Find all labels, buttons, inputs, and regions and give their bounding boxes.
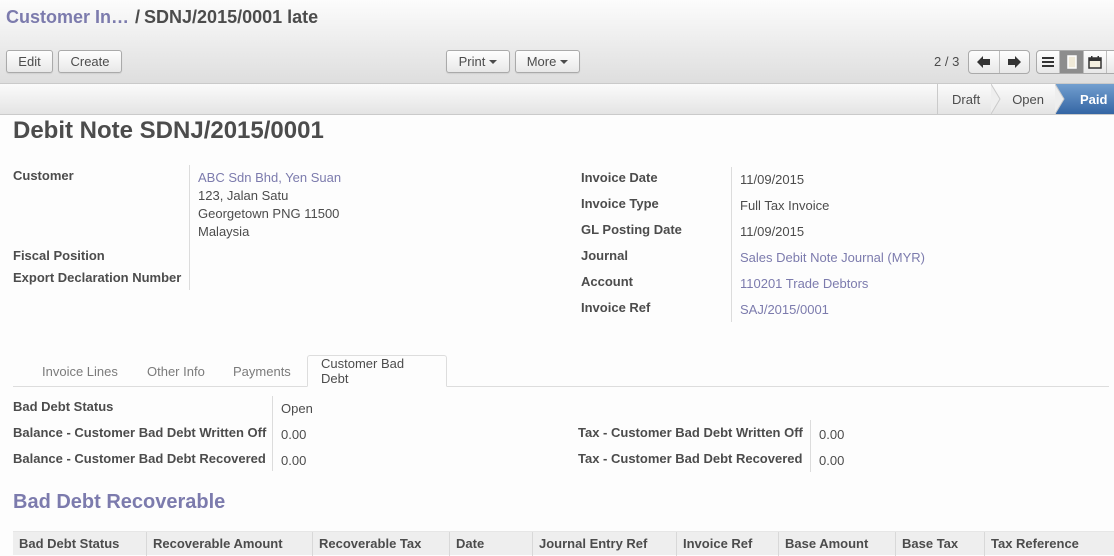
breadcrumb-parent-link[interactable]: Customer In… [6,7,129,27]
section-title: Bad Debt Recoverable [13,491,226,513]
invoice-date-label: Invoice Date [581,170,658,185]
tab-other-info[interactable]: Other Info [134,355,218,387]
state-draft-label: Draft [952,91,981,107]
column-header[interactable]: Base Tax [896,532,985,556]
create-button[interactable]: Create [58,50,122,73]
invoice-ref-link[interactable]: SAJ/2015/0001 [740,302,829,317]
column-header[interactable]: Recoverable Amount [147,532,313,556]
bad-debt-status-value: Open [281,401,313,416]
export-declaration-label: Export Declaration Number [13,270,182,285]
balance-recovered-label: Balance - Customer Bad Debt Recovered [13,451,266,466]
state-pipeline: Draft Open Paid [937,84,1114,114]
column-header[interactable]: Invoice Ref [677,532,779,556]
control-panel: Customer In… / SDNJ/2015/0001 late Edit Cr… [0,0,1114,84]
tax-written-off-label: Tax - Customer Bad Debt Written Off [578,425,803,440]
column-header[interactable]: Base Amount [779,532,896,556]
customer-address-line-2: Georgetown PNG 11500 [198,206,340,221]
caret-down-icon [560,59,569,64]
edit-button[interactable]: Edit [6,50,53,73]
document-number: SDNJ/2015/0001 [139,117,324,144]
state-arrow-icon [1055,84,1065,114]
tab-label: Customer Bad Debt [321,356,405,386]
state-draft[interactable]: Draft [937,84,1001,114]
more-button-label: More [526,54,557,69]
invoice-type-label: Invoice Type [581,196,659,211]
form-view-button[interactable] [1060,51,1084,73]
journal-label: Journal [581,248,628,263]
column-header[interactable]: Date [450,532,533,556]
gl-posting-date-label: GL Posting Date [581,222,682,237]
invoice-date-value: 11/09/2015 [740,172,805,187]
balance-recovered-value: 0.00 [281,453,307,468]
breadcrumb-separator: / [135,7,141,27]
caret-down-icon [489,59,498,64]
field-divider [272,396,273,471]
invoice-ref-label: Invoice Ref [581,300,651,315]
customer-address-line-1: 123, Jalan Satu [198,188,289,203]
statusbar: Draft Open Paid [0,84,1114,115]
tab-customer-bad-debt[interactable]: Customer Bad Debt [307,355,447,387]
calendar-view-button[interactable] [1084,51,1108,73]
tab-payments[interactable]: Payments [220,355,304,387]
gl-posting-date-value: 11/09/2015 [740,224,805,239]
state-paid-label: Paid [1080,91,1108,107]
column-header[interactable]: Recoverable Tax [313,532,450,556]
customer-label: Customer [13,168,74,183]
arrow-right-icon [1008,56,1022,68]
customer-link[interactable]: ABC Sdn Bhd, Yen Suan [198,170,341,185]
account-link[interactable]: 110201 Trade Debtors [740,276,868,291]
tab-label: Invoice Lines [42,363,118,379]
list-icon [1042,57,1055,67]
pager-buttons [968,50,1030,74]
field-divider [810,420,811,472]
form-icon [1066,55,1077,69]
create-button-label: Create [70,54,110,69]
customer-address-line-3: Malaysia [198,224,250,239]
journal-link[interactable]: Sales Debit Note Journal (MYR) [740,250,925,265]
view-switcher [1036,50,1114,74]
column-header[interactable]: Tax Reference [985,532,1114,556]
column-header[interactable]: Journal Entry Ref [533,532,677,556]
pager-next-button[interactable] [1000,51,1030,73]
balance-written-off-label: Balance - Customer Bad Debt Written Off [13,425,267,440]
tax-recovered-label: Tax - Customer Bad Debt Recovered [578,451,803,466]
breadcrumb: Customer In… / SDNJ/2015/0001 late [6,7,318,28]
column-header[interactable]: Bad Debt Status [13,532,147,556]
pager-previous-button[interactable] [969,51,1000,73]
more-dropdown-button[interactable]: More [515,50,580,73]
balance-written-off-value: 0.00 [281,427,307,442]
tab-invoice-lines[interactable]: Invoice Lines [29,355,131,387]
tax-recovered-value: 0.00 [819,453,845,468]
print-dropdown-button[interactable]: Print [446,50,510,73]
calendar-icon [1088,55,1102,69]
bad-debt-status-label: Bad Debt Status [13,399,114,414]
tab-label: Payments [233,363,291,379]
document-type: Debit Note [13,117,133,144]
field-divider [189,165,190,290]
invoice-type-value: Full Tax Invoice [740,198,830,213]
pager-value[interactable]: 2 / 3 [934,54,959,69]
tax-written-off-value: 0.00 [819,427,845,442]
recoverable-table-header: Bad Debt Status Recoverable Amount Recov… [13,531,1114,556]
page-title: Debit Note SDNJ/2015/0001 [13,117,324,145]
more-views-button[interactable] [1107,51,1114,73]
list-view-button[interactable] [1037,51,1061,73]
fiscal-position-label: Fiscal Position [13,248,105,263]
tab-label: Other Info [147,363,205,379]
arrow-left-icon [976,56,990,68]
edit-button-label: Edit [18,54,41,69]
breadcrumb-current: SDNJ/2015/0001 late [144,7,319,27]
field-divider [731,167,732,322]
account-label: Account [581,274,633,289]
state-open-label: Open [1012,91,1044,107]
state-arrow-icon [991,84,1001,114]
state-open[interactable]: Open [992,84,1065,114]
print-button-label: Print [458,54,486,69]
